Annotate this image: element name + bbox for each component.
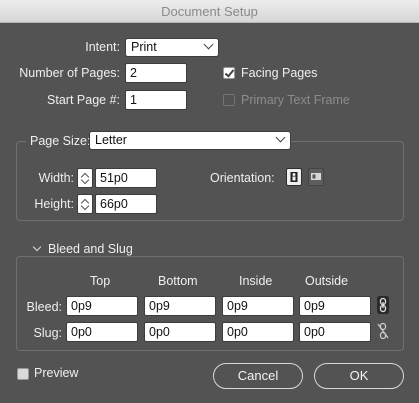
start-page-field[interactable]: 1 [125,90,187,110]
column-header-top: Top [90,274,111,288]
height-label: Height: [34,197,74,211]
preview-label: Preview [34,366,79,380]
primary-text-frame-label: Primary Text Frame [241,93,350,107]
intent-select[interactable]: Print [125,38,219,57]
portrait-icon [290,172,298,182]
column-header-inside: Inside [239,274,273,288]
page-size-value: Letter [95,133,127,147]
height-stepper[interactable] [77,194,93,214]
intent-label: Intent: [85,40,120,54]
bleed-slug-toggle[interactable]: Bleed and Slug [28,242,137,256]
window-title: Document Setup [161,4,258,19]
chain-linked-icon [377,296,389,314]
column-header-bottom: Bottom [158,274,198,288]
preview-checkbox[interactable] [17,368,29,380]
title-bar[interactable]: Document Setup [0,0,419,23]
landscape-orientation-button[interactable] [308,168,324,186]
slug-bottom-field[interactable]: 0p0 [144,322,216,342]
chevron-down-icon [203,39,214,50]
height-field[interactable]: 66p0 [95,194,157,214]
page-size-label: Page Size: [26,134,95,148]
facing-pages-checkbox[interactable] [223,67,235,79]
column-header-outside: Outside [305,274,349,288]
chain-broken-icon [377,322,389,340]
orientation-label: Orientation: [210,171,275,185]
portrait-orientation-button[interactable] [286,168,302,186]
bleed-inside-field[interactable]: 0p9 [222,296,294,316]
width-stepper[interactable] [77,168,93,188]
number-of-pages-label: Number of Pages: [19,66,120,80]
document-setup-dialog: Document Setup Intent: Print Number of P… [0,0,419,403]
number-of-pages-field[interactable]: 2 [125,63,187,83]
bleed-slug-title: Bleed and Slug [48,242,133,256]
page-size-select[interactable]: Letter [89,131,291,150]
slug-outside-field[interactable]: 0p0 [299,322,371,342]
facing-pages-label: Facing Pages [241,66,318,80]
chevron-down-icon [32,242,42,252]
cancel-button[interactable]: Cancel [213,363,303,389]
slug-inside-field[interactable]: 0p0 [222,322,294,342]
width-field[interactable]: 51p0 [95,168,157,188]
slug-label: Slug: [33,326,63,340]
intent-value: Print [131,40,157,54]
bleed-label: Bleed: [26,300,62,314]
width-label: Width: [38,171,74,185]
bleed-top-field[interactable]: 0p9 [66,296,138,316]
bleed-bottom-field[interactable]: 0p9 [144,296,216,316]
landscape-icon [311,173,321,180]
bleed-outside-field[interactable]: 0p9 [299,296,371,316]
ok-button[interactable]: OK [314,363,404,389]
primary-text-frame-checkbox[interactable] [223,94,235,106]
start-page-label: Start Page #: [47,93,120,107]
slug-link-button[interactable] [377,322,389,340]
slug-top-field[interactable]: 0p0 [66,322,138,342]
chevron-down-icon [275,132,286,143]
bleed-link-button[interactable] [377,296,389,314]
